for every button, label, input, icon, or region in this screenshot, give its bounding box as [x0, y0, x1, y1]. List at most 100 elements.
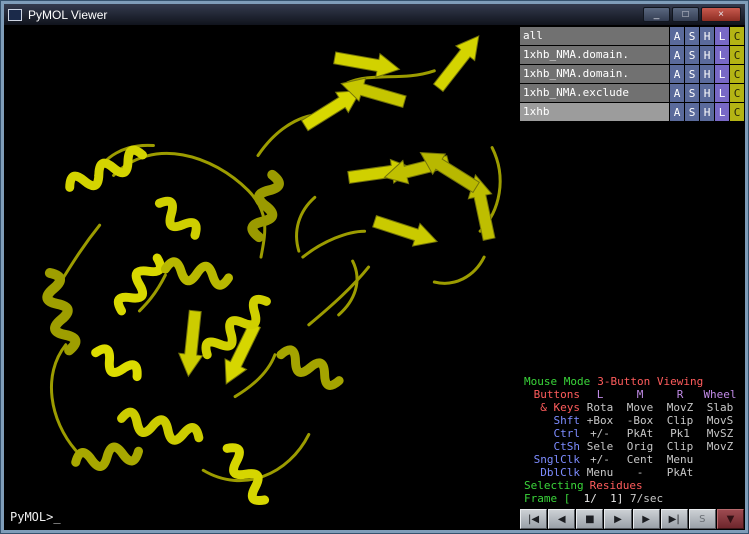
- object-name[interactable]: 1xhb: [520, 103, 669, 121]
- object-name[interactable]: all: [520, 27, 669, 45]
- row-label: SnglClk: [520, 453, 580, 466]
- row-label: Buttons: [520, 388, 580, 401]
- mouse-mode-value: 3-Button Viewing: [597, 375, 703, 388]
- vcr-end-button[interactable]: ▶|: [661, 509, 688, 529]
- vcr-fullscreen-button[interactable]: ▼: [717, 509, 744, 529]
- close-button[interactable]: ×: [701, 7, 741, 22]
- row-label: CtSh: [520, 440, 580, 453]
- selecting-value: Residues: [590, 479, 643, 492]
- frame-value: 1/ 1]: [570, 492, 623, 505]
- vcr-step-forward-button[interactable]: ▶: [633, 509, 660, 529]
- cell: Orig: [620, 440, 660, 453]
- cell: MovS: [700, 414, 740, 427]
- title-bar[interactable]: PyMOL Viewer _ □ ×: [4, 4, 745, 26]
- cell: -Box: [620, 414, 660, 427]
- hide-menu-button[interactable]: H: [700, 27, 714, 45]
- show-menu-button[interactable]: S: [685, 46, 699, 64]
- object-name[interactable]: 1xhb_NMA.domain.: [520, 65, 669, 83]
- minimize-button[interactable]: _: [643, 7, 670, 22]
- pymol-window: PyMOL Viewer _ □ ×: [0, 0, 749, 534]
- mouse-shft-row: Shft +Box -Box Clip MovS: [520, 414, 744, 427]
- sidebar: all A S H L C 1xhb_NMA.domain. A S H L C…: [519, 26, 745, 530]
- color-menu-button[interactable]: C: [730, 46, 744, 64]
- vcr-stop-button[interactable]: ■: [576, 509, 603, 529]
- frame-label: Frame [: [524, 492, 570, 505]
- mouse-ctrl-row: Ctrl +/- PkAt Pk1 MvSZ: [520, 427, 744, 440]
- object-row-domain-2: 1xhb_NMA.domain. A S H L C: [520, 65, 744, 83]
- cell: Cent: [620, 453, 660, 466]
- cell: Menu: [660, 453, 700, 466]
- window-title: PyMOL Viewer: [28, 8, 107, 22]
- color-menu-button[interactable]: C: [730, 103, 744, 121]
- cell: -: [620, 466, 660, 479]
- cell: R: [660, 388, 700, 401]
- cell: M: [620, 388, 660, 401]
- action-menu-button[interactable]: A: [670, 27, 684, 45]
- vcr-controls: |◀ ◀ ■ ▶ ▶ ▶| S ▼: [520, 509, 744, 529]
- protein-structure: [4, 26, 519, 530]
- cell: +Box: [580, 414, 620, 427]
- client-area: PyMOL>_ all A S H L C 1xhb_NMA.domain. A…: [4, 26, 745, 530]
- sidebar-spacer: [520, 122, 744, 375]
- mouse-keys-row: & Keys Rota Move MovZ Slab: [520, 401, 744, 414]
- mouse-ctsh-row: CtSh Sele Orig Clip MovZ: [520, 440, 744, 453]
- object-row-1xhb: 1xhb A S H L C: [520, 103, 744, 121]
- cell: Clip: [660, 414, 700, 427]
- action-menu-button[interactable]: A: [670, 84, 684, 102]
- color-menu-button[interactable]: C: [730, 65, 744, 83]
- row-label: & Keys: [520, 401, 580, 414]
- cell: Clip: [660, 440, 700, 453]
- cell: Pk1: [660, 427, 700, 440]
- cell: PkAt: [660, 466, 700, 479]
- show-menu-button[interactable]: S: [685, 103, 699, 121]
- action-menu-button[interactable]: A: [670, 103, 684, 121]
- cell: Wheel: [700, 388, 740, 401]
- color-menu-button[interactable]: C: [730, 27, 744, 45]
- object-row-all: all A S H L C: [520, 27, 744, 45]
- label-menu-button[interactable]: L: [715, 103, 729, 121]
- command-prompt[interactable]: PyMOL>_: [10, 510, 61, 524]
- action-menu-button[interactable]: A: [670, 65, 684, 83]
- frame-rate: 7/sec: [623, 492, 663, 505]
- hide-menu-button[interactable]: H: [700, 84, 714, 102]
- label-menu-button[interactable]: L: [715, 84, 729, 102]
- cell: MvSZ: [700, 427, 740, 440]
- vcr-play-button[interactable]: ▶: [604, 509, 631, 529]
- cell: MovZ: [660, 401, 700, 414]
- action-menu-button[interactable]: A: [670, 46, 684, 64]
- show-menu-button[interactable]: S: [685, 65, 699, 83]
- row-label: Shft: [520, 414, 580, 427]
- cell: L: [580, 388, 620, 401]
- object-name[interactable]: 1xhb_NMA.exclude: [520, 84, 669, 102]
- hide-menu-button[interactable]: H: [700, 65, 714, 83]
- label-menu-button[interactable]: L: [715, 65, 729, 83]
- selecting-mode-row[interactable]: Selecting Residues: [520, 479, 744, 492]
- object-name[interactable]: 1xhb_NMA.domain.: [520, 46, 669, 64]
- label-menu-button[interactable]: L: [715, 46, 729, 64]
- cell: Move: [620, 401, 660, 414]
- beta-strand-arrows: [176, 29, 500, 390]
- cell: Rota: [580, 401, 620, 414]
- row-label: DblClk: [520, 466, 580, 479]
- cell: +/-: [580, 453, 620, 466]
- maximize-button[interactable]: □: [672, 7, 699, 22]
- window-inner: PyMOL Viewer _ □ ×: [4, 4, 745, 530]
- object-row-exclude: 1xhb_NMA.exclude A S H L C: [520, 84, 744, 102]
- cell: Slab: [700, 401, 740, 414]
- hide-menu-button[interactable]: H: [700, 46, 714, 64]
- show-menu-button[interactable]: S: [685, 27, 699, 45]
- vcr-rewind-button[interactable]: |◀: [520, 509, 547, 529]
- vcr-step-back-button[interactable]: ◀: [548, 509, 575, 529]
- color-menu-button[interactable]: C: [730, 84, 744, 102]
- mouse-mode-row[interactable]: Mouse Mode 3-Button Viewing: [520, 375, 744, 388]
- cell: MovZ: [700, 440, 740, 453]
- hide-menu-button[interactable]: H: [700, 103, 714, 121]
- cell: PkAt: [620, 427, 660, 440]
- show-menu-button[interactable]: S: [685, 84, 699, 102]
- viewport[interactable]: PyMOL>_: [4, 26, 519, 530]
- frame-indicator-row: Frame [ 1/ 1] 7/sec: [520, 492, 744, 505]
- vcr-scene-button[interactable]: S: [689, 509, 716, 529]
- label-menu-button[interactable]: L: [715, 27, 729, 45]
- row-label: Ctrl: [520, 427, 580, 440]
- object-row-domain-1: 1xhb_NMA.domain. A S H L C: [520, 46, 744, 64]
